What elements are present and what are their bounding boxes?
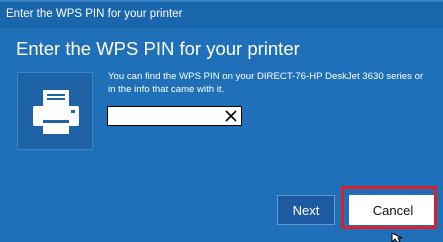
cancel-button[interactable]: Cancel (349, 195, 437, 225)
wps-pin-field[interactable] (107, 106, 242, 126)
next-button[interactable]: Next (277, 195, 335, 225)
mouse-pointer-icon (391, 233, 403, 242)
dialog-heading: Enter the WPS PIN for your printer (16, 38, 300, 59)
printer-icon (33, 90, 79, 134)
clear-icon[interactable] (225, 110, 237, 122)
title-bar: Enter the WPS PIN for your printer (0, 0, 443, 28)
printer-tile (17, 72, 93, 150)
wps-pin-dialog: Enter the WPS PIN for your printer You c… (0, 28, 443, 242)
description-line-1: You can find the WPS PIN on your DIRECT-… (108, 71, 424, 82)
description-line-2: in the info that came with it. (108, 84, 225, 95)
wps-pin-description: You can find the WPS PIN on your DIRECT-… (108, 70, 438, 96)
wps-pin-input[interactable] (110, 108, 218, 124)
window-title: Enter the WPS PIN for your printer (6, 8, 183, 20)
